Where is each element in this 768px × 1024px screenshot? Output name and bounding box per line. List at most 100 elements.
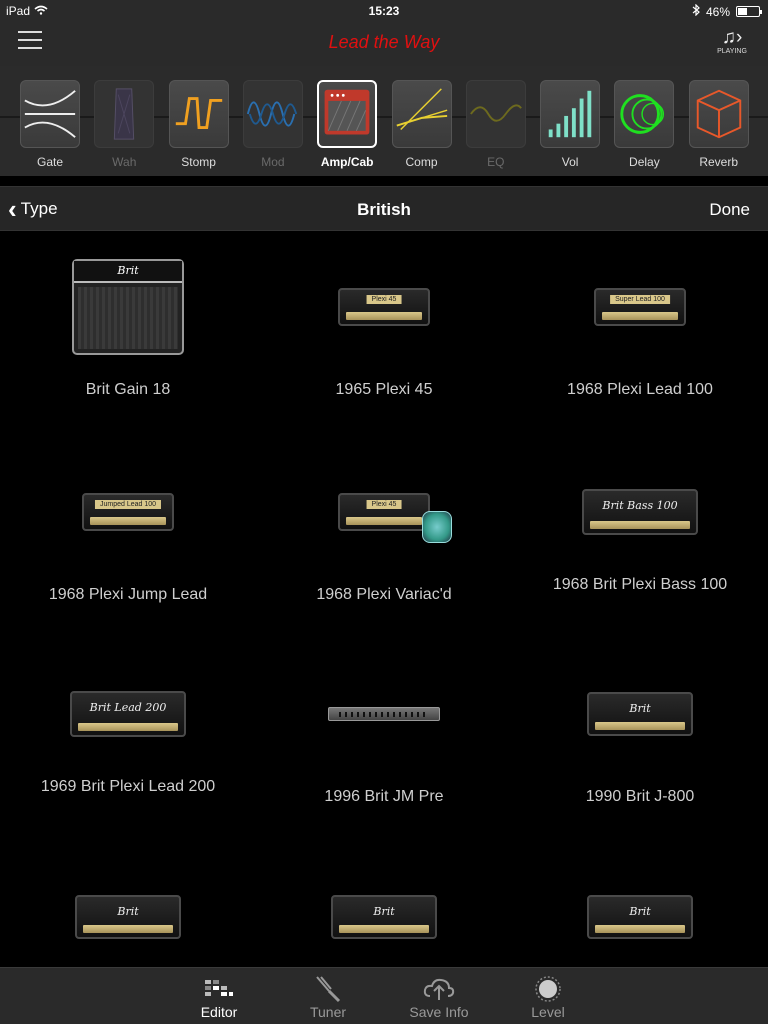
amp-image: Plexi 45 — [256, 457, 512, 567]
tab-save-info[interactable]: Save Info — [399, 974, 479, 1020]
effect-reverb[interactable]: Reverb — [688, 80, 749, 169]
delay-icon — [614, 80, 675, 148]
amp-image: Brit — [512, 862, 768, 967]
amp-model-item[interactable]: Plexi 45 1965 Plexi 45 — [256, 232, 512, 432]
tab-label: Tuner — [309, 1004, 347, 1020]
battery-icon — [736, 6, 762, 17]
amp-image: Brit Bass 100 — [512, 457, 768, 567]
effect-vol[interactable]: Vol — [540, 80, 601, 169]
cloud-upload-icon — [399, 974, 479, 1004]
tab-editor[interactable]: Editor — [179, 974, 259, 1020]
effect-label: Stomp — [181, 155, 216, 169]
amp-nameplate: Super Lead 100 — [610, 295, 670, 304]
amp-model-label: 1968 Plexi Jump Lead — [48, 586, 208, 603]
level-knob-icon — [508, 974, 588, 1004]
amp-icon — [317, 80, 378, 148]
tab-level[interactable]: Level — [508, 974, 588, 1020]
effect-label: Mod — [261, 155, 285, 169]
amp-type-header: ‹ Type British Done — [0, 186, 768, 231]
amp-model-item[interactable]: Brit Lead 200 1969 Brit Plexi Lead 200 — [0, 639, 256, 839]
amp-model-item[interactable]: Brit 1990 Brit J-800 — [512, 639, 768, 839]
effect-gate[interactable]: Gate — [20, 80, 80, 169]
bluetooth-icon — [692, 3, 700, 19]
amp-logo: Brit Bass 100 — [602, 499, 678, 512]
tab-label: Level — [531, 1004, 565, 1020]
mod-icon — [242, 80, 303, 148]
amp-model-label: 1968 Plexi Lead 100 — [567, 381, 713, 398]
category-title: British — [357, 200, 411, 219]
amp-model-item[interactable]: Jumped Lead 100 1968 Plexi Jump Lead — [0, 437, 256, 637]
tab-tuner[interactable]: Tuner — [288, 974, 368, 1020]
effect-label: Vol — [561, 155, 579, 169]
amp-nameplate: Plexi 45 — [366, 295, 402, 304]
amp-model-label: 1969 Brit Plexi Lead 200 — [40, 778, 216, 795]
amp-model-label: 1968 Plexi Variac'd — [316, 586, 452, 603]
amp-model-label: 1968 Brit Plexi Bass 100 — [552, 576, 728, 593]
effect-eq[interactable]: EQ — [465, 80, 526, 169]
amp-image: Brit — [0, 862, 256, 967]
effect-delay[interactable]: Delay — [614, 80, 675, 169]
effect-stomp[interactable]: Stomp — [168, 80, 229, 169]
amp-model-label: 1965 Plexi 45 — [335, 381, 433, 398]
eq-icon — [465, 80, 526, 148]
reverb-icon — [688, 80, 749, 148]
variac-icon — [422, 511, 452, 543]
effect-label: Delay — [629, 155, 660, 169]
amp-logo: Brit — [629, 702, 651, 715]
amp-model-item[interactable]: Brit — [0, 842, 256, 967]
nav-bar: Lead the Way ♫› PLAYING — [0, 22, 768, 66]
gate-icon — [20, 80, 80, 148]
amp-logo: Brit — [74, 261, 182, 283]
effect-label: Reverb — [699, 155, 739, 169]
amp-logo: Brit — [373, 905, 395, 918]
done-button[interactable]: Done — [709, 200, 750, 220]
effect-comp[interactable]: Comp — [391, 80, 452, 169]
amp-model-item[interactable]: Super Lead 100 1968 Plexi Lead 100 — [512, 232, 768, 432]
amp-model-item[interactable]: Brit — [256, 842, 512, 967]
tab-bar: Editor Tuner Save Info Level — [0, 967, 768, 1024]
tab-label: Save Info — [409, 1004, 469, 1020]
amp-model-label: 1996 Brit JM Pre — [324, 788, 444, 805]
amp-model-item[interactable]: Brit Bass 100 1968 Brit Plexi Bass 100 — [512, 437, 768, 637]
comp-icon — [391, 80, 452, 148]
amp-image: Super Lead 100 — [512, 252, 768, 362]
stomp-icon — [168, 80, 229, 148]
status-time: 15:23 — [368, 4, 400, 18]
effect-amp-cab[interactable]: Amp/Cab — [317, 80, 378, 169]
effect-label: EQ — [487, 155, 505, 169]
amp-image: Jumped Lead 100 — [0, 457, 256, 567]
status-bar: iPad 15:23 46% — [0, 0, 768, 22]
preset-title[interactable]: Lead the Way — [0, 32, 768, 53]
amp-model-item[interactable]: Brit — [512, 842, 768, 967]
tab-label: Editor — [200, 1004, 238, 1020]
amp-model-label: 1990 Brit J-800 — [585, 788, 695, 805]
amp-nameplate: Jumped Lead 100 — [94, 500, 162, 509]
battery-percent: 46% — [705, 4, 730, 19]
amp-image: Brit — [512, 659, 768, 769]
amp-logo: Brit — [117, 905, 139, 918]
amp-model-item[interactable]: Brit Brit Gain 18 — [0, 232, 256, 432]
amp-logo: Brit — [629, 905, 651, 918]
amp-model-item[interactable]: Plexi 45 1968 Plexi Variac'd — [256, 437, 512, 637]
amp-image: Brit — [256, 862, 512, 967]
vol-icon — [540, 80, 601, 148]
amp-logo: Brit Lead 200 — [89, 701, 167, 714]
amp-image: Brit Lead 200 — [0, 659, 256, 769]
effect-mod[interactable]: Mod — [242, 80, 303, 169]
effect-label: Comp — [405, 155, 438, 169]
effect-label: Amp/Cab — [320, 155, 374, 169]
effects-chain: Gate Wah Stomp Mod Amp/Cab Comp EQ Vol Delay Reve… — [0, 66, 768, 176]
amp-model-label: Brit Gain 18 — [85, 381, 171, 398]
amp-image: Plexi 45 — [256, 252, 512, 362]
editor-icon — [179, 974, 259, 1004]
music-note-icon: ♫› — [721, 27, 743, 48]
amp-image — [256, 659, 512, 769]
effect-label: Wah — [112, 155, 137, 169]
amp-model-item[interactable]: 1996 Brit JM Pre — [256, 639, 512, 839]
effect-wah[interactable]: Wah — [94, 80, 155, 169]
playing-label: PLAYING — [717, 48, 747, 55]
now-playing-button[interactable]: ♫› PLAYING — [714, 27, 750, 56]
amp-nameplate: Plexi 45 — [366, 500, 402, 509]
amp-image: Brit — [0, 252, 256, 362]
tuner-icon — [288, 974, 368, 1004]
